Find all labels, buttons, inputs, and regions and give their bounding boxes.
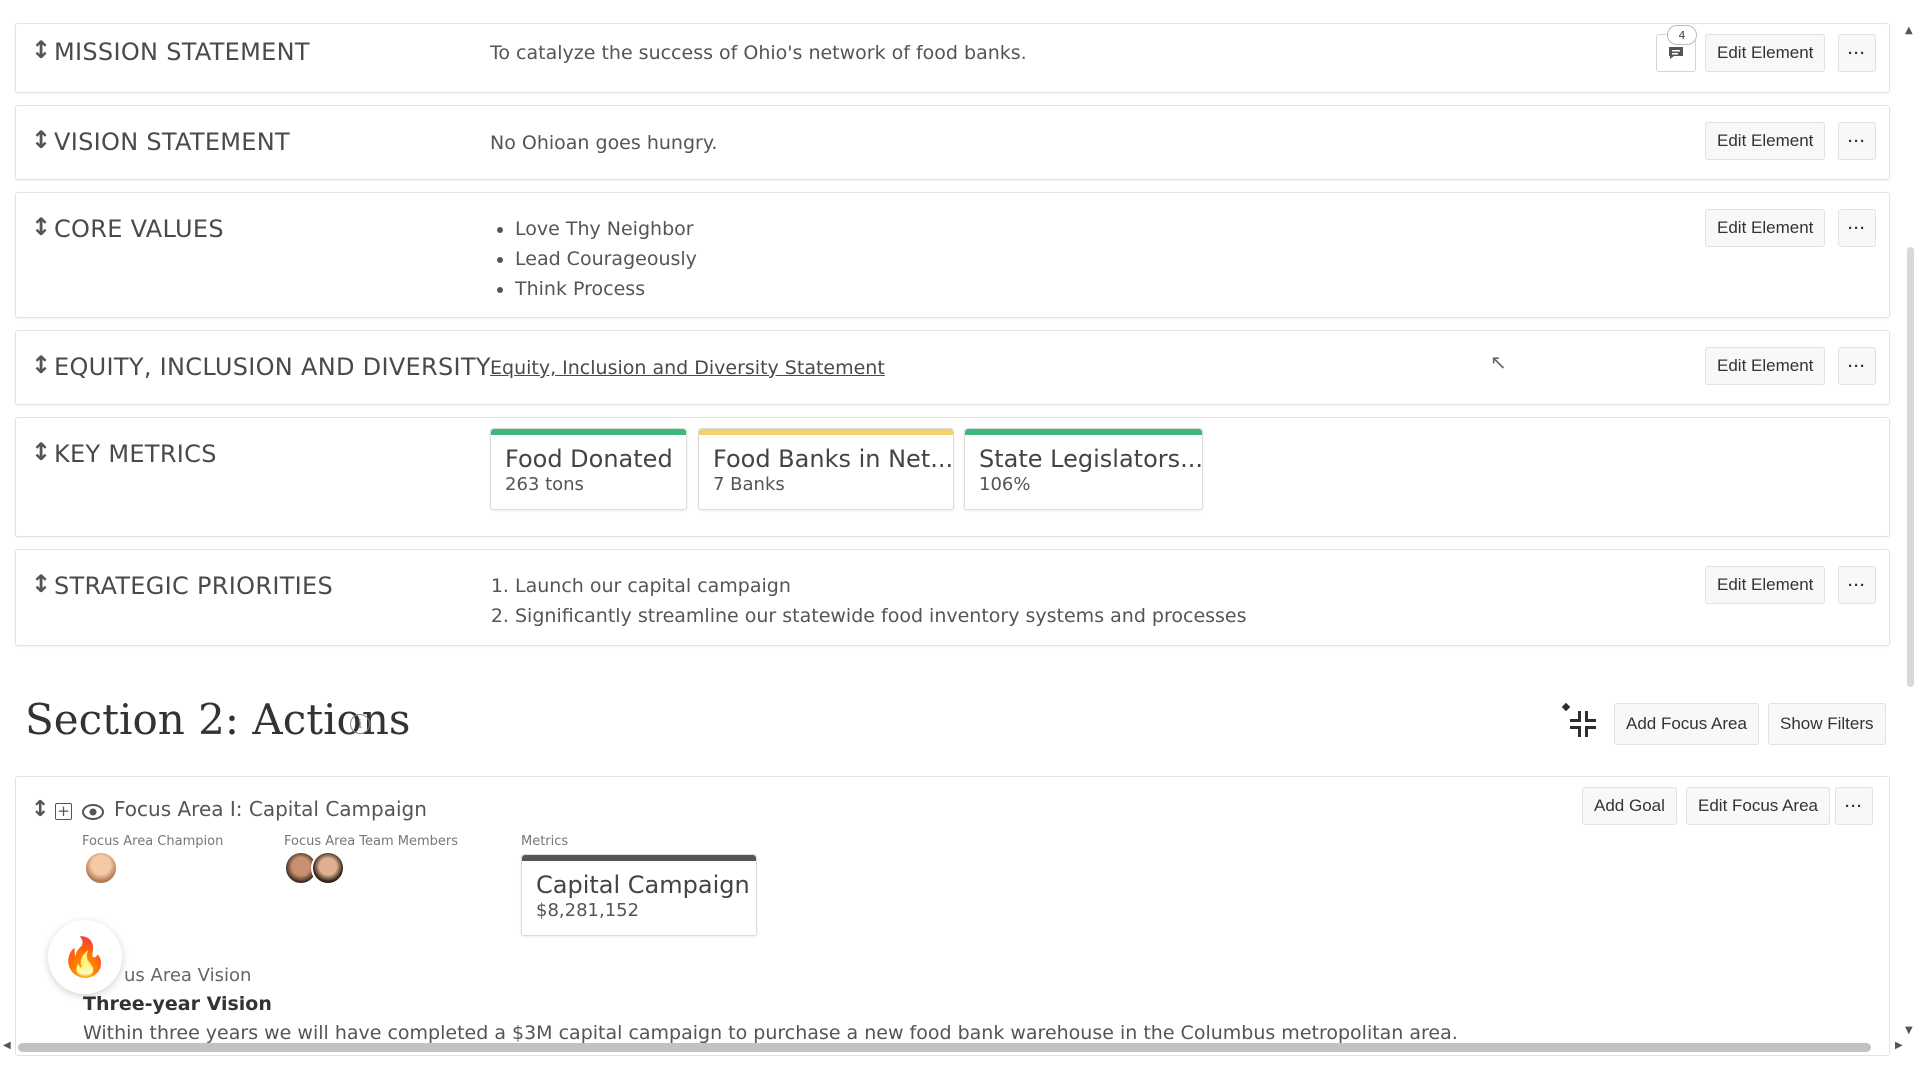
list-item: Lead Courageously (515, 244, 697, 274)
edit-element-button[interactable]: Edit Element (1705, 347, 1826, 385)
metrics-label: Metrics (521, 834, 569, 849)
metric-name: Food Banks in Net... (713, 445, 954, 473)
metric-value: 263 tons (505, 474, 584, 495)
drag-handle-icon[interactable]: ↕ (31, 797, 49, 822)
metric-name: State Legislators... (979, 445, 1204, 473)
avatar[interactable] (311, 851, 345, 885)
drag-handle-icon[interactable]: ↕ (31, 215, 51, 239)
row-label: EQUITY, INCLUSION AND DIVERSITY (54, 353, 491, 381)
row-content: To catalyze the success of Ohio's networ… (490, 42, 1027, 64)
scroll-thumb[interactable] (1907, 247, 1914, 687)
champion-label: Focus Area Champion (82, 834, 224, 849)
key-metrics-row: ↕ KEY METRICS Food Donated 263 tons Food… (15, 417, 1890, 537)
list-item: Significantly streamline our statewide f… (515, 601, 1247, 631)
core-values-list: Love Thy Neighbor Lead Courageously Thin… (490, 214, 697, 304)
drag-handle-icon[interactable]: ↕ (31, 38, 51, 62)
row-content: No Ohioan goes hungry. (490, 132, 718, 154)
drag-handle-icon[interactable]: ↕ (31, 353, 51, 377)
focus-area-title[interactable]: Focus Area I: Capital Campaign (114, 797, 427, 821)
more-options-button[interactable]: ··· (1838, 566, 1876, 604)
team-members-label: Focus Area Team Members (284, 834, 459, 849)
scroll-down-icon[interactable]: ▼ (1905, 1025, 1913, 1036)
vision-title: Three-year Vision (83, 993, 272, 1015)
row-label: STRATEGIC PRIORITIES (54, 572, 334, 600)
priorities-list: Launch our capital campaign Significantl… (490, 571, 1247, 631)
drag-handle-icon[interactable]: ↕ (31, 128, 51, 152)
list-item: Launch our capital campaign (515, 571, 1247, 601)
expand-icon[interactable]: + (55, 803, 72, 820)
more-options-button[interactable]: ··· (1835, 787, 1873, 825)
scroll-right-icon[interactable]: ▶ (1895, 1040, 1903, 1051)
scroll-up-icon[interactable]: ▲ (1905, 25, 1913, 36)
edit-element-button[interactable]: Edit Element (1705, 34, 1826, 72)
metric-value: 106% (979, 474, 1031, 495)
vision-label: us Area Vision (124, 965, 252, 986)
metric-card[interactable]: State Legislators... 106% (964, 428, 1203, 510)
chat-bubble-icon (1669, 47, 1683, 59)
collapse-arrows-icon[interactable] (1562, 703, 1604, 745)
edit-element-button[interactable]: Edit Element (1705, 566, 1826, 604)
metric-color-bar (491, 429, 686, 435)
row-content: Equity, Inclusion and Diversity Statemen… (490, 357, 885, 379)
mission-statement-row: ↕ MISSION STATEMENT To catalyze the succ… (15, 23, 1890, 93)
more-options-button[interactable]: ··· (1838, 122, 1876, 160)
row-label: CORE VALUES (54, 215, 224, 243)
mouse-cursor-icon: ↖ (1490, 350, 1507, 374)
row-label: KEY METRICS (54, 440, 217, 468)
row-label: MISSION STATEMENT (54, 38, 310, 66)
scroll-thumb[interactable] (18, 1043, 1871, 1052)
drag-handle-icon[interactable]: ↕ (31, 440, 51, 464)
add-focus-area-button[interactable]: Add Focus Area (1614, 703, 1759, 745)
metric-card[interactable]: Food Donated 263 tons (490, 428, 687, 510)
metric-value: $8,281,152 (536, 900, 640, 921)
metric-color-bar (522, 855, 756, 861)
eid-row: ↕ EQUITY, INCLUSION AND DIVERSITY Equity… (15, 330, 1890, 405)
comment-count-badge: 4 (1667, 25, 1697, 45)
eid-statement-link[interactable]: Equity, Inclusion and Diversity Statemen… (490, 357, 885, 379)
show-filters-button[interactable]: Show Filters (1768, 703, 1886, 745)
horizontal-scrollbar[interactable]: ◀ ▶ (0, 1040, 1920, 1055)
metric-color-bar (699, 429, 953, 435)
row-label: VISION STATEMENT (54, 128, 290, 156)
metric-value: 7 Banks (713, 474, 785, 495)
metric-name: Food Donated (505, 445, 673, 473)
eye-icon[interactable] (81, 803, 105, 821)
vertical-scrollbar[interactable]: ▲ ▼ (1900, 25, 1920, 1040)
core-values-row: ↕ CORE VALUES Love Thy Neighbor Lead Cou… (15, 192, 1890, 318)
list-item: Love Thy Neighbor (515, 214, 697, 244)
avatar[interactable] (84, 851, 118, 885)
drag-handle-icon[interactable]: ↕ (31, 572, 51, 596)
add-goal-button[interactable]: Add Goal (1582, 787, 1677, 825)
focus-area-card: ↕ + Focus Area I: Capital Campaign Add G… (15, 776, 1890, 1056)
metric-card[interactable]: Capital Campaign $8,281,152 (521, 854, 757, 936)
info-icon[interactable]: i (350, 714, 370, 734)
metric-color-bar (965, 429, 1202, 435)
strategic-priorities-row: ↕ STRATEGIC PRIORITIES Launch our capita… (15, 549, 1890, 646)
fire-icon[interactable]: 🔥 (48, 920, 122, 994)
edit-focus-area-button[interactable]: Edit Focus Area (1686, 787, 1831, 825)
metric-name: Capital Campaign (536, 871, 750, 899)
more-options-button[interactable]: ··· (1838, 34, 1876, 72)
edit-element-button[interactable]: Edit Element (1705, 122, 1826, 160)
metric-card[interactable]: Food Banks in Net... 7 Banks (698, 428, 954, 510)
edit-element-button[interactable]: Edit Element (1705, 209, 1826, 247)
comments-button[interactable]: 4 (1656, 25, 1697, 72)
scroll-left-icon[interactable]: ◀ (3, 1040, 11, 1051)
more-options-button[interactable]: ··· (1838, 209, 1876, 247)
list-item: Think Process (515, 274, 697, 304)
vision-statement-row: ↕ VISION STATEMENT No Ohioan goes hungry… (15, 105, 1890, 180)
more-options-button[interactable]: ··· (1838, 347, 1876, 385)
